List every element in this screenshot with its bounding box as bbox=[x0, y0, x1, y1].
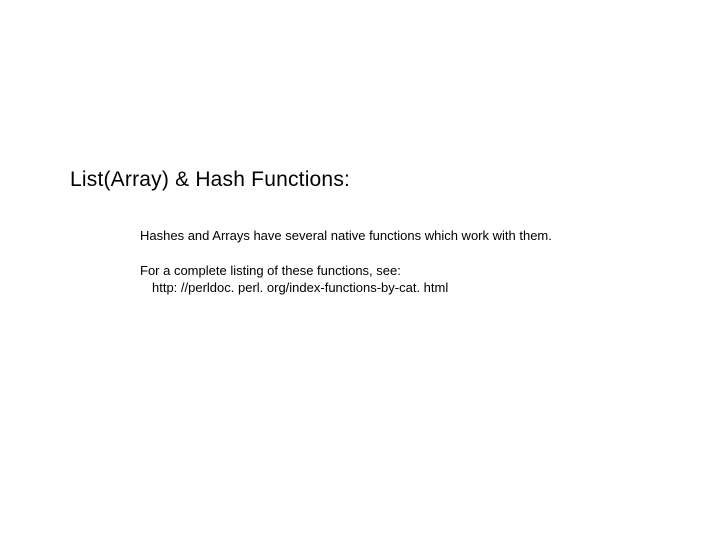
body-paragraph-2: For a complete listing of these function… bbox=[140, 263, 660, 297]
slide-title: List(Array) & Hash Functions: bbox=[70, 168, 350, 192]
slide: List(Array) & Hash Functions: Hashes and… bbox=[0, 0, 720, 540]
body-paragraph-1: Hashes and Arrays have several native fu… bbox=[140, 228, 660, 245]
slide-body: Hashes and Arrays have several native fu… bbox=[140, 228, 660, 297]
body-para2-line1: For a complete listing of these function… bbox=[140, 263, 660, 280]
body-para2-url: http: //perldoc. perl. org/index-functio… bbox=[140, 280, 660, 297]
